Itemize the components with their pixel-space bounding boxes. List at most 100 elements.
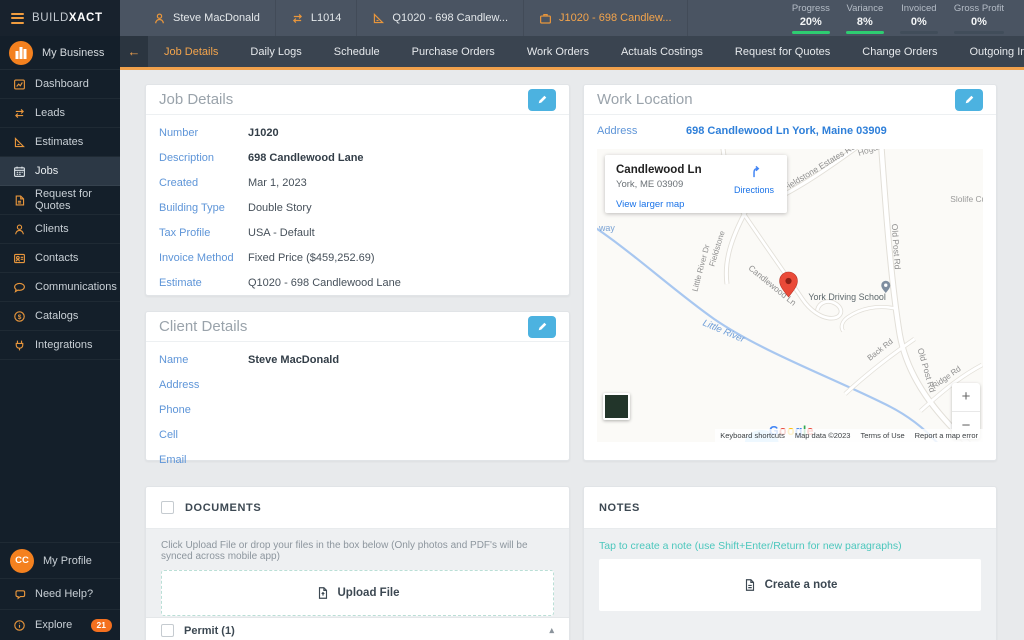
sidebar-item-explore[interactable]: Explore 21 xyxy=(0,609,120,640)
tab-request-for-quotes[interactable]: Request for Quotes xyxy=(719,36,846,67)
field-label: Building Type xyxy=(159,202,248,214)
field-label: Address xyxy=(159,379,248,391)
edit-client-details-button[interactable] xyxy=(528,316,556,338)
field-label: Number xyxy=(159,127,248,139)
tab-actuals-costings[interactable]: Actuals Costings xyxy=(605,36,719,67)
sidebar-item-dashboard[interactable]: Dashboard xyxy=(0,70,120,99)
stat-value: 20% xyxy=(800,16,822,28)
sidebar-item-label: Estimates xyxy=(35,136,83,148)
context-tab-label: Steve MacDonald xyxy=(173,12,260,24)
map[interactable]: way Hogan Slolife Cu Fieldstone Estates … xyxy=(597,149,983,442)
context-tab-estimate[interactable]: Q1020 - 698 Candlew... xyxy=(357,0,524,36)
notes-card: NOTES Tap to create a note (use Shift+En… xyxy=(583,486,997,640)
field-label: Description xyxy=(159,152,248,164)
tab-job-details[interactable]: Job Details xyxy=(148,36,234,67)
work-location-title: Work Location xyxy=(597,91,693,108)
map-info-window: Candlewood Ln York, ME 03909 View larger… xyxy=(605,155,787,213)
sidebar-item-estimates[interactable]: Estimates xyxy=(0,128,120,157)
notes-title: NOTES xyxy=(599,502,640,514)
map-attribution: Keyboard shortcuts Map data ©2023 Terms … xyxy=(715,429,983,442)
create-note-button[interactable]: Create a note xyxy=(599,559,981,611)
sidebar-item-contacts[interactable]: Contacts xyxy=(0,244,120,273)
context-tab-client[interactable]: Steve MacDonald xyxy=(138,0,276,36)
sidebar-item-integrations[interactable]: Integrations xyxy=(0,331,120,360)
sidebar-item-my-profile[interactable]: CC My Profile xyxy=(0,542,120,578)
context-tab-job[interactable]: J1020 - 698 Candlew... xyxy=(524,0,688,36)
tab-outgoing-invoices[interactable]: Outgoing Invoices xyxy=(954,36,1024,67)
edit-work-location-button[interactable] xyxy=(955,89,983,111)
info-circle-icon xyxy=(13,619,26,632)
communications-bubble-icon xyxy=(13,281,26,294)
edit-job-details-button[interactable] xyxy=(528,89,556,111)
satellite-toggle[interactable] xyxy=(603,393,630,420)
top-bar: BUILDXACT Steve MacDonald L1014 Q1020 - … xyxy=(0,0,1024,36)
job-tabs: Job Details Daily Logs Schedule Purchase… xyxy=(148,36,1024,70)
job-detail-row: Description698 Candlewood Lane xyxy=(146,145,569,170)
job-detail-row: NumberJ1020 xyxy=(146,120,569,145)
collapse-caret-icon[interactable]: ▴ xyxy=(549,625,554,636)
sidebar-item-need-help[interactable]: Need Help? xyxy=(0,578,120,609)
clients-person-icon xyxy=(13,223,26,236)
field-label: Phone xyxy=(159,404,248,416)
field-value: Mar 1, 2023 xyxy=(248,177,307,189)
stat-label: Invoiced xyxy=(901,3,936,14)
field-label: Cell xyxy=(159,429,248,441)
tab-daily-logs[interactable]: Daily Logs xyxy=(234,36,317,67)
context-tab-lead[interactable]: L1014 xyxy=(276,0,358,36)
permit-checkbox[interactable] xyxy=(161,624,174,637)
sidebar-item-label: Dashboard xyxy=(35,78,89,90)
sidebar-item-request-for-quotes[interactable]: Request for Quotes xyxy=(0,186,120,215)
menu-icon[interactable] xyxy=(11,13,24,24)
report-map-error-link[interactable]: Report a map error xyxy=(915,431,978,440)
job-detail-row: EstimateQ1020 - 698 Candlewood Lane xyxy=(146,270,569,295)
field-label: Address xyxy=(597,125,686,137)
stat-value: 0% xyxy=(911,16,927,28)
client-details-card: Client Details NameSteve MacDonald Addre… xyxy=(145,311,570,461)
keyboard-shortcuts-link[interactable]: Keyboard shortcuts xyxy=(720,431,785,440)
jobs-calendar-icon xyxy=(13,165,26,178)
svg-text:$: $ xyxy=(18,313,22,320)
back-arrow-icon: ← xyxy=(128,44,141,59)
client-detail-row: NameSteve MacDonald xyxy=(146,347,569,372)
main-content: Job Details NumberJ1020 Description698 C… xyxy=(120,70,1024,640)
sidebar-item-leads[interactable]: Leads xyxy=(0,99,120,128)
tab-schedule[interactable]: Schedule xyxy=(318,36,396,67)
stat-label: Progress xyxy=(792,3,830,14)
client-details-title: Client Details xyxy=(159,318,247,335)
note-document-icon xyxy=(743,578,757,592)
stat-value: 0% xyxy=(971,16,987,28)
sidebar-item-communications[interactable]: Communications xyxy=(0,273,120,302)
back-arrow-button[interactable]: ← xyxy=(120,36,148,70)
context-tab-label: Q1020 - 698 Candlew... xyxy=(392,12,508,24)
upload-file-label: Upload File xyxy=(338,587,400,599)
sidebar-item-jobs[interactable]: Jobs xyxy=(0,157,120,186)
integrations-plug-icon xyxy=(13,339,26,352)
terms-of-use-link[interactable]: Terms of Use xyxy=(860,431,904,440)
sidebar-item-label: Contacts xyxy=(35,252,78,264)
sidebar-item-my-business[interactable]: My Business xyxy=(0,36,120,70)
sidebar-item-catalogs[interactable]: $ Catalogs xyxy=(0,302,120,331)
tab-change-orders[interactable]: Change Orders xyxy=(846,36,953,67)
client-detail-row: Address xyxy=(146,372,569,397)
field-label: Estimate xyxy=(159,277,248,289)
view-larger-map-link[interactable]: View larger map xyxy=(616,199,776,210)
avatar: CC xyxy=(10,549,34,573)
sidebar-bottom: CC My Profile Need Help? Explore 21 xyxy=(0,542,120,640)
upload-file-button[interactable]: Upload File xyxy=(161,570,554,616)
tab-purchase-orders[interactable]: Purchase Orders xyxy=(396,36,511,67)
leads-arrows-icon xyxy=(13,107,26,120)
directions-button[interactable]: Directions xyxy=(729,164,779,195)
client-detail-row: Cell xyxy=(146,422,569,447)
documents-select-all-checkbox[interactable] xyxy=(161,501,174,514)
address-link[interactable]: 698 Candlewood Ln York, Maine 03909 xyxy=(686,125,887,137)
sidebar-item-clients[interactable]: Clients xyxy=(0,215,120,244)
field-value: Steve MacDonald xyxy=(248,354,339,366)
stat-variance: Variance 8% xyxy=(846,3,884,34)
app-logo[interactable]: BUILDXACT xyxy=(0,0,120,36)
job-detail-row: Invoice MethodFixed Price ($459,252.69) xyxy=(146,245,569,270)
document-group-permit[interactable]: Permit (1) ▴ xyxy=(146,617,569,640)
tab-work-orders[interactable]: Work Orders xyxy=(511,36,605,67)
context-tab-label: J1020 - 698 Candlew... xyxy=(559,12,672,24)
field-value: Double Story xyxy=(248,202,312,214)
zoom-in-button[interactable]: + xyxy=(952,383,980,412)
